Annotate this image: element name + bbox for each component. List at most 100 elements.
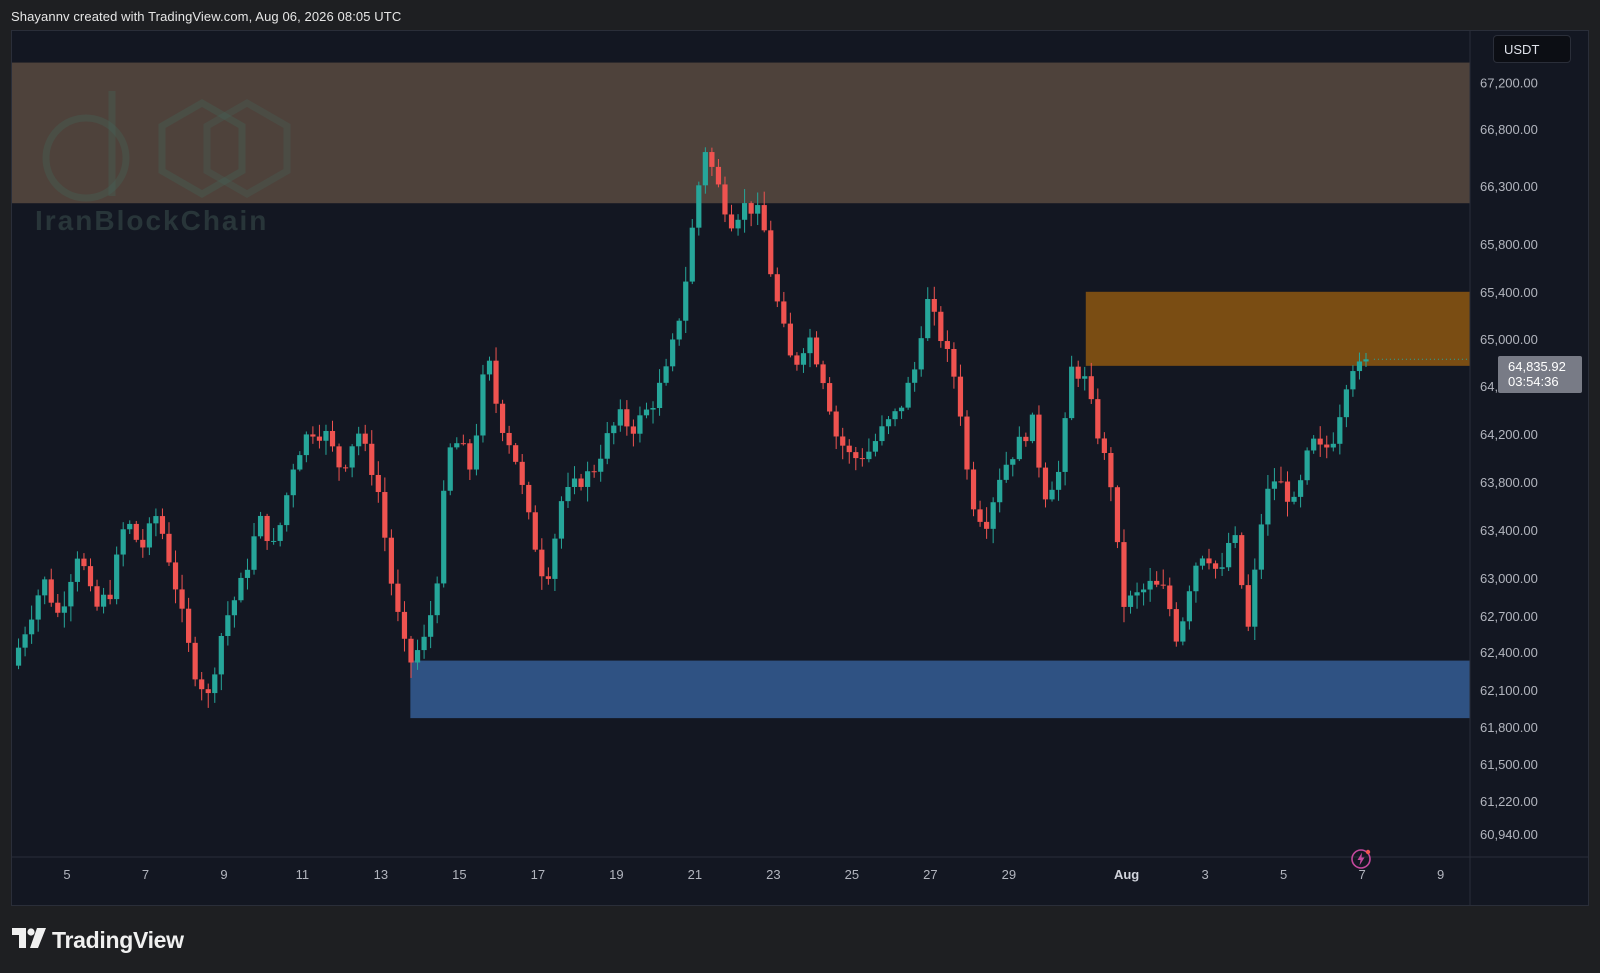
candle[interactable] [827, 377, 833, 415]
candle[interactable] [486, 356, 493, 381]
candle[interactable] [656, 369, 663, 416]
candle[interactable] [931, 286, 937, 326]
candle[interactable] [172, 550, 179, 604]
candle[interactable] [885, 416, 892, 435]
candle[interactable] [1088, 362, 1094, 404]
candle[interactable] [159, 508, 166, 540]
candle[interactable] [1075, 360, 1081, 388]
candle[interactable] [1121, 529, 1127, 623]
time-axis[interactable]: 5 7 9 11 13 15 17 19 21 23 25 27 29 Aug 3 5 7 9 [63, 867, 1444, 882]
candle[interactable] [1297, 474, 1304, 508]
candle[interactable] [1265, 475, 1271, 536]
candle[interactable] [892, 408, 898, 427]
candle[interactable] [513, 443, 519, 465]
candle[interactable] [1324, 435, 1330, 459]
candle[interactable] [454, 437, 460, 450]
candle[interactable] [1101, 432, 1107, 460]
candle[interactable] [1350, 365, 1356, 397]
candle[interactable] [611, 422, 617, 445]
candle[interactable] [545, 567, 551, 585]
candle[interactable] [1239, 532, 1245, 589]
candle[interactable] [1016, 426, 1022, 462]
candle[interactable] [271, 528, 277, 545]
candle[interactable] [1127, 590, 1134, 614]
candlestick-chart[interactable]: 67,200.00 66,800.00 66,300.00 65,800.00 65,4… [12, 31, 1589, 906]
candle[interactable] [434, 576, 440, 624]
candle[interactable] [1154, 571, 1160, 588]
candle[interactable] [833, 405, 839, 450]
candle[interactable] [585, 461, 591, 502]
candle[interactable] [428, 600, 434, 649]
candle[interactable] [68, 574, 74, 622]
candle[interactable] [598, 444, 604, 482]
candle[interactable] [1186, 585, 1192, 630]
candle[interactable] [369, 430, 375, 486]
tradingview-logo[interactable]: TradingView [12, 926, 184, 954]
candle[interactable] [866, 438, 872, 463]
candle[interactable] [329, 420, 336, 452]
candle[interactable] [558, 496, 565, 549]
candle[interactable] [1219, 552, 1225, 576]
candle[interactable] [774, 267, 780, 308]
candle[interactable] [1042, 462, 1049, 508]
candle[interactable] [1245, 574, 1251, 632]
candle[interactable] [61, 591, 67, 628]
candle[interactable] [676, 318, 682, 346]
candle[interactable] [787, 312, 793, 358]
candle[interactable] [127, 520, 133, 535]
candle[interactable] [310, 426, 316, 444]
candle[interactable] [683, 266, 689, 334]
candle[interactable] [467, 439, 473, 481]
candle[interactable] [539, 538, 545, 590]
candle[interactable] [990, 497, 996, 544]
candle[interactable] [1049, 481, 1055, 502]
candle[interactable] [643, 402, 650, 419]
candle[interactable] [846, 439, 852, 464]
candle[interactable] [100, 587, 107, 614]
candle[interactable] [499, 399, 506, 442]
candle[interactable] [22, 626, 28, 657]
price-axis[interactable]: 67,200.00 66,800.00 66,300.00 65,800.00 65,4… [1480, 76, 1538, 843]
candle[interactable] [1160, 569, 1166, 590]
candle[interactable] [1304, 447, 1310, 485]
candle[interactable] [1343, 384, 1349, 428]
candle[interactable] [800, 348, 807, 373]
candle[interactable] [813, 331, 820, 368]
candle[interactable] [1055, 460, 1062, 501]
candle[interactable] [199, 672, 205, 701]
candle[interactable] [205, 683, 211, 708]
candle[interactable] [48, 568, 54, 607]
candle[interactable] [1167, 577, 1173, 617]
candle[interactable] [1193, 562, 1199, 603]
candle[interactable] [807, 328, 813, 368]
candle[interactable] [42, 576, 48, 605]
candle[interactable] [650, 401, 656, 424]
candle[interactable] [670, 333, 676, 372]
candle[interactable] [1036, 405, 1042, 478]
candle[interactable] [571, 466, 578, 495]
candle[interactable] [728, 204, 735, 232]
candle[interactable] [264, 513, 270, 550]
candle[interactable] [820, 360, 826, 390]
candle[interactable] [938, 306, 944, 348]
candle[interactable] [238, 572, 244, 603]
candle[interactable] [977, 500, 983, 527]
candle[interactable] [696, 181, 702, 236]
candle[interactable] [146, 517, 152, 556]
candle[interactable] [388, 529, 394, 596]
candle[interactable] [212, 667, 218, 703]
candle[interactable] [859, 448, 865, 467]
candle[interactable] [624, 400, 630, 436]
candle[interactable] [186, 597, 192, 652]
candle[interactable] [1010, 457, 1016, 477]
candle[interactable] [630, 419, 636, 447]
candle[interactable] [617, 399, 623, 432]
candle[interactable] [1173, 602, 1179, 647]
candle[interactable] [323, 424, 329, 455]
candle[interactable] [342, 464, 349, 472]
candle[interactable] [1291, 491, 1297, 505]
candle[interactable] [1003, 451, 1009, 483]
candle[interactable] [153, 508, 159, 537]
candle[interactable] [244, 558, 251, 590]
candle[interactable] [316, 424, 323, 449]
